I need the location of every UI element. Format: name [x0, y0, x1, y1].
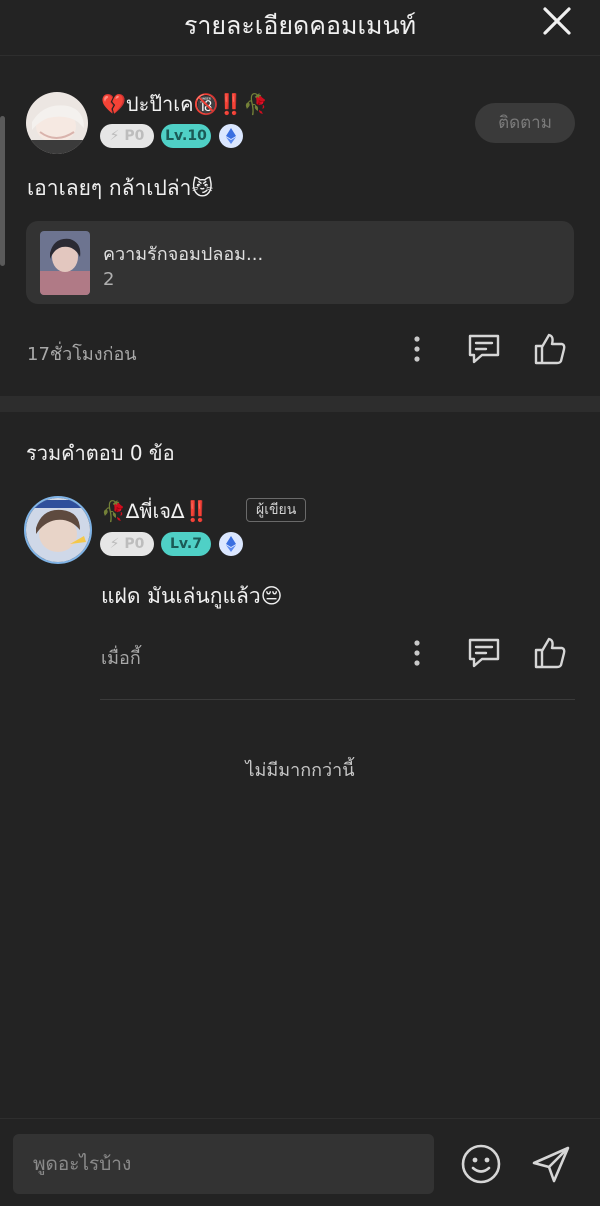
story-thumbnail: [40, 231, 90, 295]
replies-title: รวมคำตอบ 0 ข้อ: [26, 441, 175, 465]
more-button[interactable]: [399, 331, 435, 367]
reply-avatar[interactable]: [24, 496, 92, 564]
reply-button[interactable]: [466, 331, 502, 367]
more-vertical-icon: [414, 640, 420, 666]
emoji-suffix: 🔞‼️🥀: [193, 92, 269, 116]
linked-story-card[interactable]: ความรักจอมปลอม... 2: [26, 221, 574, 304]
header: รายละเอียดคอมเมนท์: [0, 0, 600, 56]
lightning-icon: ⚡: [109, 536, 120, 552]
like-button[interactable]: [532, 331, 568, 367]
reply-text: แฝด มันเล่นกูแล้ว😔: [101, 584, 283, 608]
more-vertical-icon: [414, 336, 420, 362]
eth-diamond-icon: [219, 124, 243, 148]
username-text: ∆พี่เจ∆: [125, 499, 185, 523]
comment-text: เอาเลยๆ กล้าเปล่า😼: [27, 176, 214, 200]
comment-input[interactable]: [13, 1134, 434, 1194]
close-icon: [543, 7, 571, 35]
close-button[interactable]: [542, 6, 572, 36]
emoji-prefix: 💔: [101, 92, 126, 116]
comment-input-bar: [0, 1118, 600, 1206]
story-title: ความรักจอมปลอม...: [103, 244, 264, 265]
send-icon: [532, 1146, 570, 1183]
emoji-button[interactable]: [460, 1143, 502, 1185]
comment-username[interactable]: 💔ปะป๊าเค🔞‼️🥀: [101, 88, 268, 120]
thumbs-up-icon: [534, 637, 566, 669]
send-button[interactable]: [530, 1143, 572, 1185]
emoji-prefix: 🥀: [101, 499, 126, 523]
reply-like-button[interactable]: [532, 635, 568, 671]
no-more-text: ไม่มีมากกว่านี้: [245, 760, 355, 781]
follow-button[interactable]: ติดตาม: [475, 103, 575, 143]
comment-icon: [468, 638, 500, 668]
avatar[interactable]: [26, 92, 88, 154]
section-divider: [0, 396, 600, 412]
eth-diamond-icon: [219, 532, 243, 556]
username-text: ปะป๊าเค: [125, 92, 194, 116]
comment-icon: [468, 334, 500, 364]
reply-divider: [100, 699, 575, 700]
emoji-suffix: ‼️: [184, 499, 210, 523]
comment-detail-page: รายละเอียดคอมเมนท์ 💔ปะป๊าเค🔞‼️🥀 ⚡ P0 Lv.…: [0, 0, 600, 1206]
power-badge: ⚡ P0: [100, 532, 154, 556]
scroll-indicator[interactable]: [0, 116, 5, 266]
level-badge: Lv.7: [161, 532, 211, 556]
power-badge: ⚡ P0: [100, 124, 154, 148]
reply-more-button[interactable]: [399, 635, 435, 671]
thumbs-up-icon: [534, 333, 566, 365]
reply-reply-button[interactable]: [466, 635, 502, 671]
author-tag: ผู้เขียน: [246, 498, 307, 522]
story-count: 2: [103, 269, 115, 290]
reply-time: เมื่อกี้: [101, 648, 141, 669]
reply-username[interactable]: 🥀∆พี่เจ∆‼️: [101, 495, 209, 527]
page-title: รายละเอียดคอมเมนท์: [183, 11, 417, 40]
level-badge: Lv.10: [161, 124, 211, 148]
smiley-icon: [461, 1144, 501, 1184]
lightning-icon: ⚡: [109, 128, 120, 144]
comment-time: 17ชั่วโมงก่อน: [27, 344, 137, 365]
